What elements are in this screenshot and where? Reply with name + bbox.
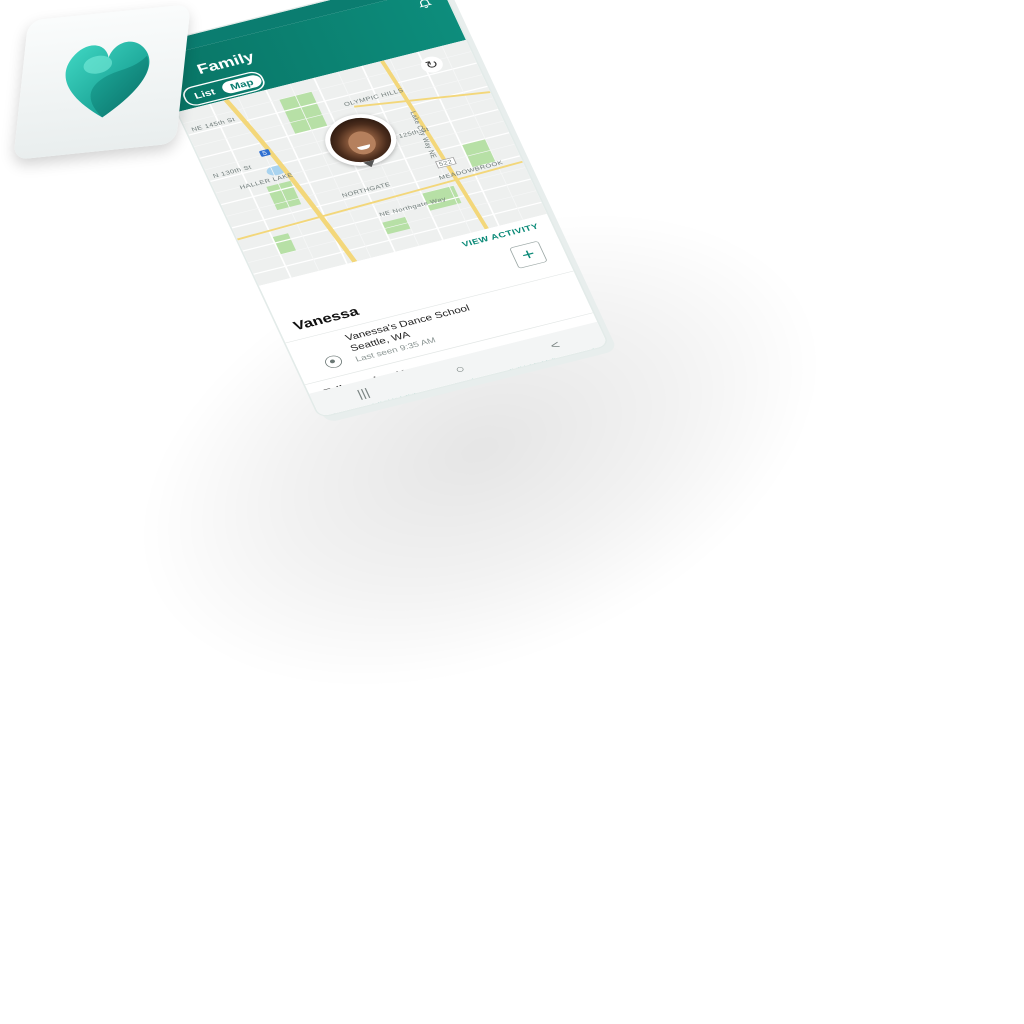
location-pin-icon [322, 353, 345, 370]
bell-icon[interactable] [415, 0, 434, 10]
stage: 📶 ▮ Family List Map [0, 0, 1024, 1024]
home-button[interactable]: ○ [453, 362, 467, 376]
recent-apps-button[interactable]: ||| [355, 386, 372, 401]
add-button[interactable]: + [509, 240, 548, 269]
app-icon-tile [13, 4, 191, 160]
back-button[interactable]: < [548, 338, 562, 352]
heart-logo-icon [65, 41, 150, 118]
divider [285, 270, 574, 344]
person-name: Vanessa [291, 304, 362, 334]
